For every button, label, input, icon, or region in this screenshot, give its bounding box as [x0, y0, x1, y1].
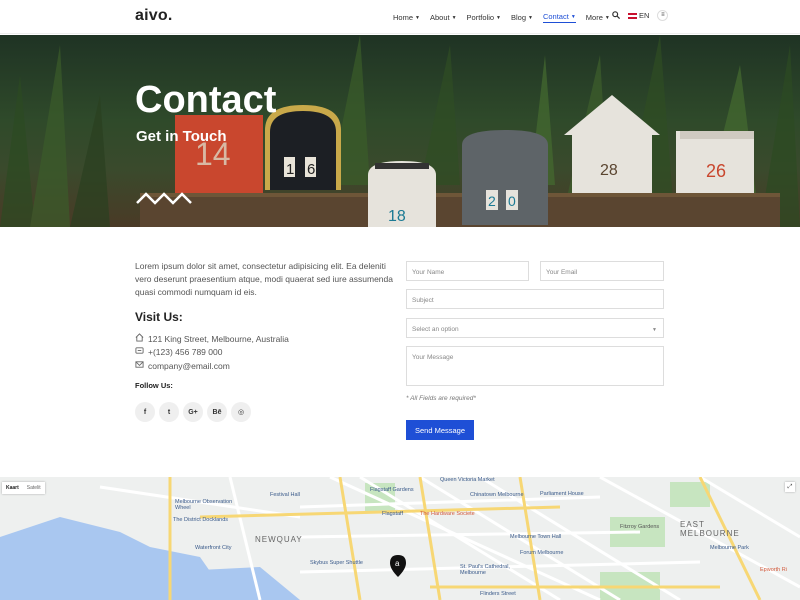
- phone-icon: [135, 346, 144, 357]
- main-nav: Home ▼ About ▼ Portfolio ▼ Blog ▼ Contact ▼ M…: [393, 12, 610, 23]
- map-label: Flagstaff Gardens: [370, 487, 414, 493]
- dribbble-icon[interactable]: ◎: [231, 402, 251, 422]
- follow-title: Follow Us:: [135, 381, 173, 390]
- svg-text:1: 1: [286, 161, 294, 178]
- facebook-icon[interactable]: f: [135, 402, 155, 422]
- twitter-icon[interactable]: t: [159, 402, 179, 422]
- map-label: EAST MELBOURNE: [680, 520, 740, 538]
- menu-icon[interactable]: ≡: [657, 10, 669, 21]
- chevron-down-icon: ▼: [570, 13, 576, 20]
- envelope-icon: [135, 360, 144, 371]
- satellite-view-option[interactable]: Satelit: [23, 482, 45, 494]
- map-label: Melbourne Park: [710, 545, 749, 551]
- social-links: f t G+ Bē ◎: [135, 402, 251, 422]
- phone-text: +(123) 456 789 000: [148, 346, 223, 357]
- fullscreen-icon[interactable]: ⤢: [785, 482, 795, 492]
- nav-label: About: [429, 13, 450, 22]
- nav-about[interactable]: About ▼: [430, 12, 457, 23]
- map-label: Waterfront City: [195, 545, 232, 551]
- location-map[interactable]: a Kaart Satelit ⤢ Festival Hall Melbourn…: [0, 477, 800, 600]
- subject-placeholder: Subject: [412, 297, 434, 304]
- map-canvas: a: [0, 477, 800, 600]
- visit-title: Visit Us:: [135, 310, 183, 324]
- map-view-option[interactable]: Kaart: [2, 482, 23, 494]
- chevron-down-icon: ▼: [528, 14, 533, 21]
- send-message-button[interactable]: Send Message: [406, 420, 474, 440]
- chevron-down-icon: ▼: [415, 14, 420, 21]
- map-label: NEWQUAY: [255, 535, 303, 544]
- required-note: * All Fields are required*: [406, 395, 476, 402]
- map-label: The Hardware Societe: [420, 511, 475, 517]
- subject-field[interactable]: Subject: [406, 289, 664, 309]
- email-text[interactable]: company@email.com: [148, 361, 230, 371]
- map-label: Queen Victoria Market: [440, 477, 495, 483]
- nav-portfolio[interactable]: Portfolio ▼: [467, 12, 501, 23]
- chevron-down-icon: ▼: [451, 14, 457, 21]
- map-label: Melbourne Town Hall: [510, 534, 562, 540]
- map-label: St. Paul's Cathedral, Melbourne: [460, 564, 510, 576]
- map-label: Flagstaff: [382, 511, 403, 517]
- email-placeholder: Your Email: [546, 269, 578, 276]
- message-textarea[interactable]: Your Message: [406, 346, 664, 386]
- page-title: Contact: [135, 79, 277, 121]
- logo[interactable]: aivo.: [135, 7, 172, 25]
- flag-icon: [628, 13, 637, 20]
- nav-contact[interactable]: Contact ▼: [542, 12, 576, 23]
- email-field[interactable]: Your Email: [540, 261, 664, 281]
- map-type-toggle[interactable]: Kaart Satelit: [2, 482, 45, 494]
- message-placeholder: Your Message: [412, 354, 454, 361]
- nav-label: Blog: [511, 13, 527, 22]
- nav-label: Home: [393, 13, 414, 22]
- address-text: 121 King Street, Melbourne, Australia: [148, 333, 289, 344]
- site-header: aivo. Home ▼ About ▼ Portfolio ▼ Blog ▼ Cont…: [0, 0, 800, 34]
- map-label: Fitzroy Gardens: [620, 524, 660, 530]
- map-label: Skybus Super Shuttle: [310, 560, 363, 566]
- search-icon[interactable]: [612, 10, 621, 21]
- nav-label: Portfolio: [466, 13, 495, 22]
- option-select[interactable]: Select an option ▼: [406, 318, 664, 338]
- name-field[interactable]: Your Name: [406, 261, 529, 281]
- language-switcher[interactable]: EN: [628, 11, 649, 20]
- google-plus-icon[interactable]: G+: [183, 402, 203, 422]
- map-label: Parliament House: [540, 491, 584, 497]
- svg-text:2: 2: [488, 193, 496, 209]
- zigzag-divider: [136, 192, 192, 205]
- nav-home[interactable]: Home ▼: [393, 12, 420, 23]
- email-line: company@email.com: [135, 360, 230, 371]
- map-label: Flinders Street: [480, 591, 516, 597]
- header-tools: EN ≡: [612, 10, 669, 21]
- behance-icon[interactable]: Bē: [207, 402, 227, 422]
- nav-more[interactable]: More ▼: [586, 12, 610, 23]
- map-label: Festival Hall: [270, 492, 300, 498]
- mailboxes-photo: 14 1 6 18 2 0 28 26: [0, 35, 800, 227]
- hero-banner: 14 1 6 18 2 0 28 26 Contact Get in Touch: [0, 35, 800, 227]
- svg-text:28: 28: [600, 162, 618, 179]
- home-icon: [135, 333, 144, 344]
- svg-text:a: a: [395, 559, 400, 568]
- address-line: 121 King Street, Melbourne, Australia: [135, 333, 289, 344]
- map-label: Melbourne Observation Wheel: [175, 499, 233, 511]
- contact-intro: Lorem ipsum dolor sit amet, consectetur …: [135, 261, 393, 297]
- map-label: Chinatown Melbourne: [470, 492, 524, 498]
- select-placeholder: Select an option: [412, 326, 459, 333]
- nav-label: Contact: [542, 12, 569, 21]
- map-label: Epworth Ri: [760, 567, 787, 573]
- svg-text:18: 18: [388, 208, 406, 225]
- svg-text:0: 0: [508, 193, 516, 209]
- name-placeholder: Your Name: [412, 269, 445, 276]
- map-label: The District Docklands: [173, 517, 229, 523]
- map-label: Forum Melbourne: [520, 550, 564, 556]
- chevron-down-icon: ▼: [496, 14, 501, 21]
- page-subtitle: Get in Touch: [136, 128, 227, 145]
- svg-text:6: 6: [307, 161, 315, 178]
- phone-line: +(123) 456 789 000: [135, 346, 222, 357]
- nav-blog[interactable]: Blog ▼: [511, 12, 533, 23]
- chevron-down-icon: ▼: [604, 14, 610, 21]
- svg-text:26: 26: [706, 161, 726, 181]
- chevron-down-icon: ▼: [652, 327, 657, 333]
- language-label: EN: [639, 11, 650, 20]
- nav-label: More: [585, 13, 603, 22]
